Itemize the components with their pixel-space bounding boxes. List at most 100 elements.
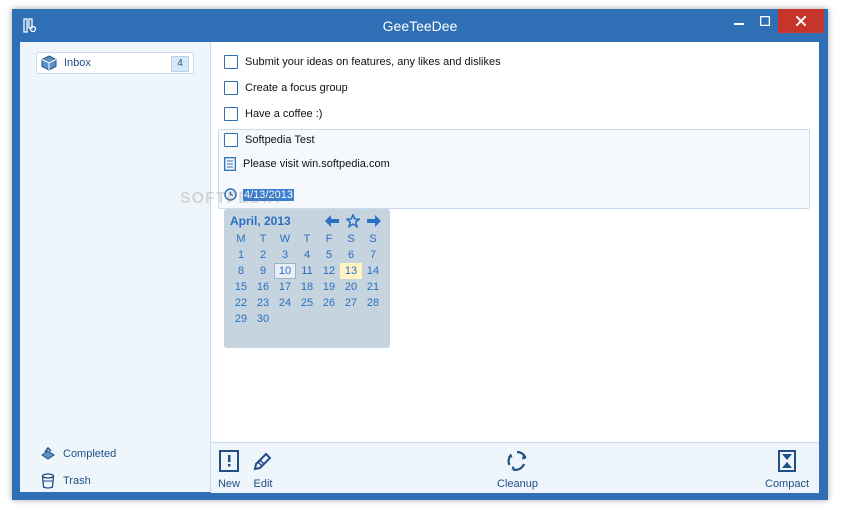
calendar-day[interactable]: 8	[230, 263, 252, 279]
calendar-day[interactable]: 26	[318, 295, 340, 311]
arrow-right-icon	[367, 215, 381, 227]
sidebar-item-label: Inbox	[64, 57, 91, 69]
calendar-day[interactable]: 4	[296, 247, 318, 263]
sidebar: Inbox 4 Completed Trash	[20, 42, 211, 492]
weekday-label: S	[347, 233, 355, 245]
calendar-day[interactable]: 25	[296, 295, 318, 311]
calendar-day[interactable]: 1	[230, 247, 252, 263]
calendar-day[interactable]: 2	[252, 247, 274, 263]
calendar-day[interactable]: 6	[340, 247, 362, 263]
task-text: Softpedia Test	[245, 134, 315, 146]
task-item[interactable]: Submit your ideas on features, any likes…	[224, 52, 501, 72]
trash-icon	[39, 472, 57, 490]
calendar-week: 1 2 3 4 5 6 7	[230, 247, 384, 263]
cleanup-label: Cleanup	[497, 478, 538, 490]
close-icon	[796, 16, 806, 26]
task-text: Submit your ideas on features, any likes…	[245, 56, 501, 68]
task-checkbox[interactable]	[224, 55, 238, 69]
calendar-day[interactable]: 14	[362, 263, 384, 279]
calendar-day[interactable]: 12	[318, 263, 340, 279]
calendar-day[interactable]: 16	[252, 279, 274, 295]
calendar-day[interactable]: 27	[340, 295, 362, 311]
cleanup-icon	[505, 449, 529, 473]
window-title: GeeTeeDee	[382, 18, 458, 34]
new-button[interactable]: New	[217, 449, 241, 490]
edit-button[interactable]: Edit	[251, 449, 275, 490]
star-icon	[346, 214, 360, 228]
minimize-icon	[734, 23, 744, 25]
calendar-day[interactable]: 29	[230, 311, 252, 327]
note-text: Please visit win.softpedia.com	[243, 158, 390, 170]
previous-month-button[interactable]	[324, 214, 340, 228]
task-item[interactable]: Create a focus group	[224, 78, 348, 98]
calendar-day[interactable]: 19	[318, 279, 340, 295]
calendar-week: 15 16 17 18 19 20 21	[230, 279, 384, 295]
client-area: Inbox 4 Completed Trash Submit your idea…	[20, 42, 819, 493]
calendar-day[interactable]: 30	[252, 311, 274, 327]
new-label: New	[217, 478, 240, 490]
calendar-grid: M T W T F S S 1 2 3 4 5 6 7 8 9 10 11 12…	[230, 231, 384, 327]
calendar-day[interactable]: 17	[274, 279, 296, 295]
compact-label: Compact	[765, 478, 810, 490]
inbox-count-badge: 4	[171, 56, 189, 72]
calendar-day[interactable]: 7	[362, 247, 384, 263]
calendar-month-label: April, 2013	[230, 214, 291, 228]
today-button[interactable]	[345, 214, 361, 228]
calendar-day[interactable]: 18	[296, 279, 318, 295]
calendar-day[interactable]: 23	[252, 295, 274, 311]
task-note[interactable]: Please visit win.softpedia.com	[224, 157, 390, 171]
close-button[interactable]	[778, 9, 824, 33]
date-picker-calendar[interactable]: April, 2013 M T W T F S S 1 2 3 4 5 6 7 …	[224, 209, 390, 348]
bottom-toolbar: New Edit Cleanup Compact	[211, 442, 819, 493]
app-window: GeeTeeDee Inbox 4 Completed Trash Submit…	[12, 9, 828, 500]
weekday-label: T	[303, 233, 311, 245]
calendar-day-highlighted[interactable]: 13	[340, 263, 362, 279]
calendar-week: 29 30	[230, 311, 384, 327]
task-item-selected[interactable]: Softpedia Test	[224, 130, 315, 150]
maximize-button[interactable]	[752, 9, 778, 33]
weekday-label: T	[259, 233, 267, 245]
calendar-day[interactable]: 22	[230, 295, 252, 311]
weekday-label: S	[369, 233, 377, 245]
minimize-button[interactable]	[726, 9, 752, 33]
calendar-day[interactable]: 3	[274, 247, 296, 263]
task-item[interactable]: Have a coffee :)	[224, 104, 322, 124]
watermark-text: SOFTPEDIA	[180, 190, 281, 207]
calendar-day[interactable]: 20	[340, 279, 362, 295]
task-checkbox[interactable]	[224, 107, 238, 121]
arrow-left-icon	[325, 215, 339, 227]
sidebar-item-inbox[interactable]: Inbox 4	[36, 52, 194, 74]
next-month-button[interactable]	[366, 214, 382, 228]
calendar-day[interactable]: 28	[362, 295, 384, 311]
task-checkbox[interactable]	[224, 81, 238, 95]
sidebar-item-trash[interactable]: Trash	[36, 470, 194, 492]
weekday-label: W	[279, 233, 291, 245]
calendar-day[interactable]: 21	[362, 279, 384, 295]
task-text: Create a focus group	[245, 82, 348, 94]
title-bar[interactable]: GeeTeeDee	[12, 9, 828, 42]
sidebar-item-completed[interactable]: Completed	[36, 443, 194, 465]
cleanup-button[interactable]: Cleanup	[497, 449, 538, 490]
calendar-week: 22 23 24 25 26 27 28	[230, 295, 384, 311]
compact-button[interactable]: Compact	[765, 449, 809, 490]
calendar-day[interactable]: 11	[296, 263, 318, 279]
edit-label: Edit	[253, 478, 273, 490]
box-icon	[40, 54, 58, 72]
calendar-week: 8 9 10 11 12 13 14	[230, 263, 384, 279]
sidebar-item-label: Trash	[63, 475, 91, 487]
weekday-label: M	[236, 233, 246, 245]
calendar-day[interactable]: 15	[230, 279, 252, 295]
calendar-weekday-header: M T W T F S S	[230, 231, 384, 247]
compact-icon	[775, 449, 799, 473]
calendar-day-selected[interactable]: 10	[274, 263, 296, 279]
edit-icon	[251, 449, 275, 473]
task-text: Have a coffee :)	[245, 108, 323, 120]
calendar-day[interactable]: 5	[318, 247, 340, 263]
new-task-icon	[217, 449, 241, 473]
completed-box-icon	[39, 445, 57, 463]
calendar-day[interactable]: 24	[274, 295, 296, 311]
task-checkbox[interactable]	[224, 133, 238, 147]
note-icon	[224, 157, 236, 171]
calendar-day[interactable]: 9	[252, 263, 274, 279]
task-list: Submit your ideas on features, any likes…	[211, 42, 819, 442]
